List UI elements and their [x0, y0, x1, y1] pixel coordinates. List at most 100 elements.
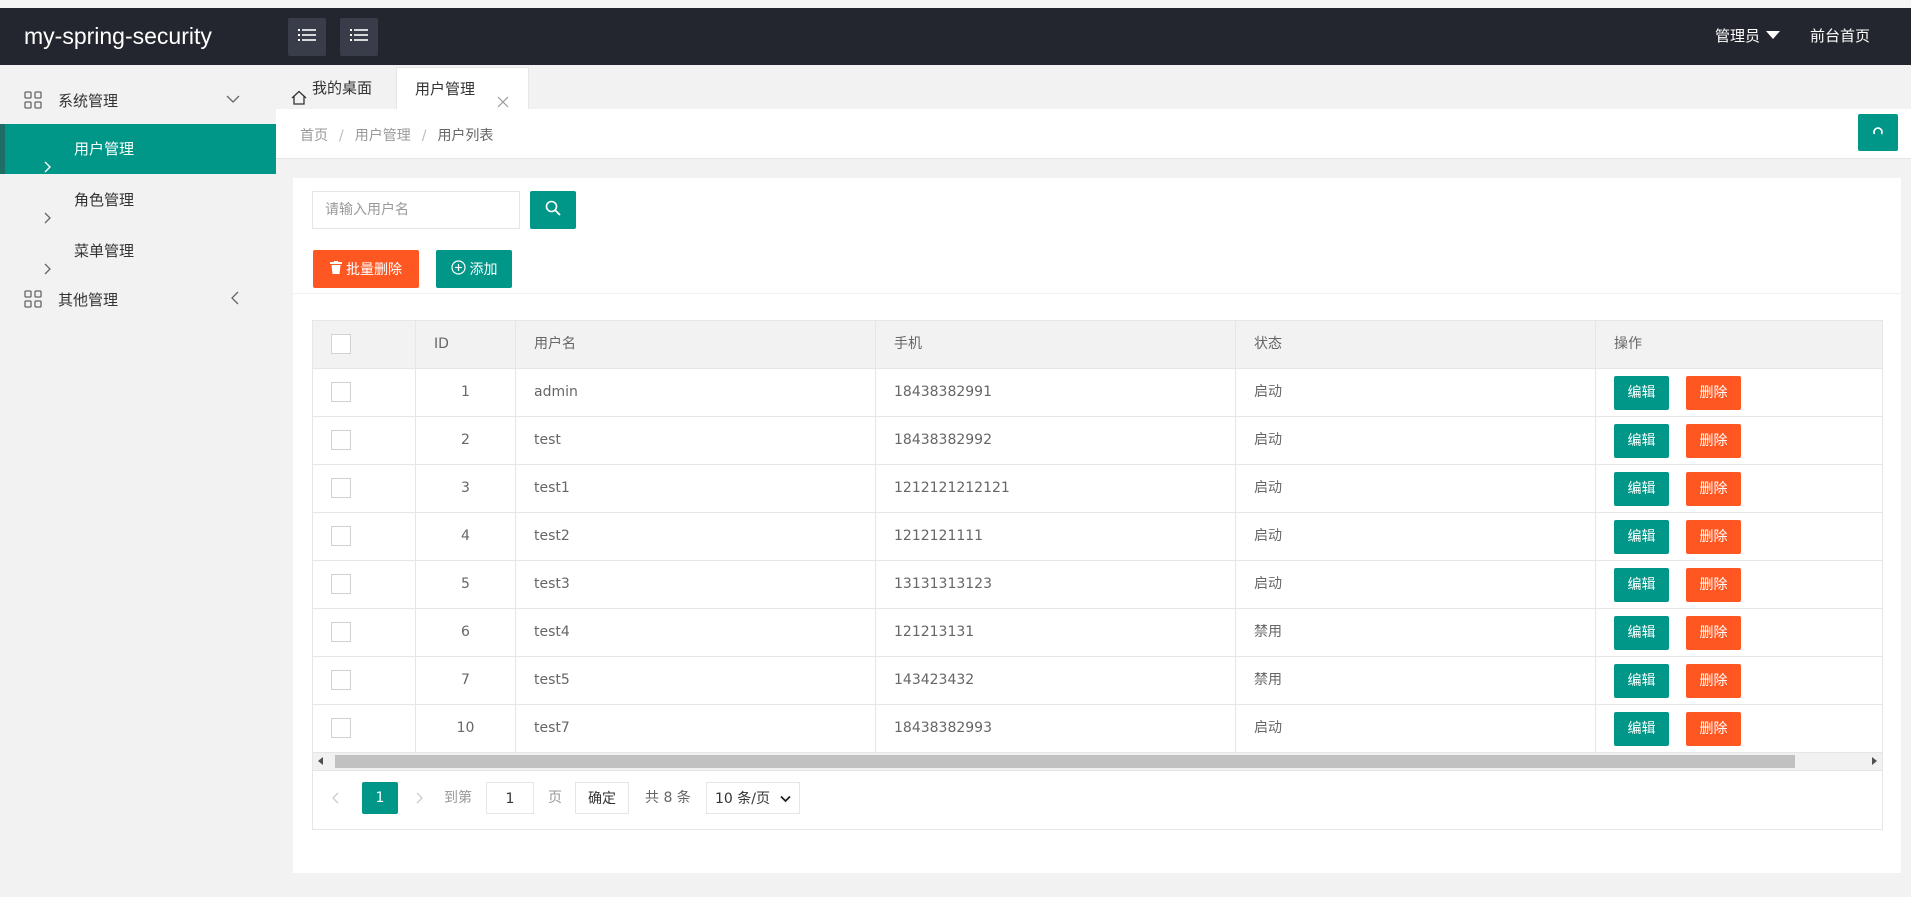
horizontal-scrollbar[interactable]	[313, 753, 1882, 770]
front-home-link[interactable]: 前台首页	[1810, 8, 1870, 65]
row-checkbox[interactable]	[331, 718, 351, 738]
menu-toggle-button[interactable]	[340, 18, 378, 56]
cell-username: admin	[515, 369, 875, 416]
page-unit-label: 页	[548, 790, 562, 806]
cell-id: 5	[415, 561, 515, 608]
column-header-status: 状态	[1235, 321, 1595, 368]
cell-actions: 编辑 删除	[1595, 417, 1882, 464]
cell-username: test1	[515, 465, 875, 512]
scroll-left-icon[interactable]	[318, 757, 323, 765]
trash-icon	[330, 260, 342, 278]
scrollbar-thumb[interactable]	[335, 755, 1795, 768]
tab-bar: 我的桌面 用户管理	[276, 65, 1911, 109]
row-checkbox[interactable]	[331, 526, 351, 546]
edit-button[interactable]: 编辑	[1614, 472, 1669, 506]
add-button[interactable]: 添加	[436, 250, 512, 288]
sidebar: 系统管理 用户管理 角色管理 菜单管理 其他管理	[0, 65, 276, 897]
user-menu-label: 管理员	[1715, 27, 1761, 45]
delete-button[interactable]: 删除	[1686, 664, 1741, 698]
row-checkbox[interactable]	[331, 382, 351, 402]
sidebar-item-label: 菜单管理	[74, 242, 135, 260]
edit-button[interactable]: 编辑	[1614, 568, 1669, 602]
select-all-checkbox[interactable]	[331, 334, 351, 354]
search-input[interactable]	[312, 191, 520, 229]
chevron-down-icon	[226, 92, 240, 108]
table-row: 3 test1 1212121212121 启动 编辑 删除	[313, 465, 1882, 513]
plus-circle-icon	[450, 259, 466, 279]
delete-button[interactable]: 删除	[1686, 472, 1741, 506]
sidebar-toggle-button[interactable]	[288, 18, 326, 56]
cell-username: test4	[515, 609, 875, 656]
page-size-value: 10 条/页	[715, 791, 770, 807]
cell-status: 启动	[1235, 561, 1595, 608]
breadcrumb-current: 用户列表	[437, 128, 494, 144]
row-checkbox[interactable]	[331, 430, 351, 450]
page-number[interactable]: 1	[362, 782, 398, 814]
row-checkbox-cell	[313, 465, 415, 512]
cell-status: 启动	[1235, 417, 1595, 464]
cell-id: 1	[415, 369, 515, 416]
table-header-row: ID 用户名 手机 状态 操作	[313, 321, 1882, 369]
delete-button[interactable]: 删除	[1686, 616, 1741, 650]
cell-actions: 编辑 删除	[1595, 465, 1882, 512]
edit-button[interactable]: 编辑	[1614, 520, 1669, 554]
delete-button[interactable]: 删除	[1686, 376, 1741, 410]
breadcrumb: 首页 / 用户管理 / 用户列表	[300, 125, 493, 145]
edit-button[interactable]: 编辑	[1614, 664, 1669, 698]
tab-user-management[interactable]: 用户管理	[396, 67, 529, 109]
caret-down-icon	[1766, 31, 1781, 39]
row-checkbox[interactable]	[331, 622, 351, 642]
tab-label: 用户管理	[415, 80, 476, 98]
row-checkbox[interactable]	[331, 670, 351, 690]
list-icon	[350, 28, 368, 46]
sidebar-group-label: 系统管理	[58, 91, 119, 110]
edit-button[interactable]: 编辑	[1614, 424, 1669, 458]
sidebar-group-system[interactable]: 系统管理	[0, 75, 276, 125]
table-row: 7 test5 143423432 禁用 编辑 删除	[313, 657, 1882, 705]
batch-delete-label: 批量删除	[346, 262, 402, 278]
sidebar-item-role-management[interactable]: 角色管理	[0, 175, 276, 225]
sidebar-item-menu-management[interactable]: 菜单管理	[0, 226, 276, 276]
edit-button[interactable]: 编辑	[1614, 376, 1669, 410]
goto-label: 到第	[444, 790, 472, 806]
breadcrumb-separator: /	[339, 128, 344, 144]
table-row: 1 admin 18438382991 启动 编辑 删除	[313, 369, 1882, 417]
goto-page-input[interactable]: 1	[486, 782, 534, 814]
cell-phone: 18438382992	[875, 417, 1235, 464]
tab-label: 我的桌面	[312, 79, 373, 97]
row-checkbox-cell	[313, 657, 415, 704]
pager: 1 到第 1 页 确定 共 8 条 10 条/页	[313, 771, 1882, 829]
delete-button[interactable]: 删除	[1686, 712, 1741, 746]
row-checkbox[interactable]	[331, 574, 351, 594]
page-size-select[interactable]: 10 条/页	[706, 782, 801, 814]
table-scroll-area	[313, 753, 1882, 771]
delete-button[interactable]: 删除	[1686, 568, 1741, 602]
cell-actions: 编辑 删除	[1595, 705, 1882, 752]
batch-delete-button[interactable]: 批量删除	[313, 250, 419, 288]
sidebar-group-label: 其他管理	[58, 290, 119, 309]
search-button[interactable]	[530, 191, 576, 229]
row-checkbox[interactable]	[331, 478, 351, 498]
scroll-right-icon[interactable]	[1872, 757, 1877, 765]
tab-my-desktop[interactable]: 我的桌面	[291, 67, 391, 109]
user-table: ID 用户名 手机 状态 操作 1 admin 18438382991 启动 编辑 删除 2…	[312, 320, 1883, 830]
table-row: 5 test3 13131313123 启动 编辑 删除	[313, 561, 1882, 609]
sidebar-item-user-management[interactable]: 用户管理	[0, 124, 276, 174]
cell-id: 10	[415, 705, 515, 752]
next-page-icon[interactable]	[416, 782, 424, 814]
sidebar-item-label: 角色管理	[74, 191, 135, 209]
breadcrumb-item-user-management[interactable]: 用户管理	[355, 128, 411, 144]
breadcrumb-item-home[interactable]: 首页	[300, 128, 328, 144]
table-row: 2 test 18438382992 启动 编辑 删除	[313, 417, 1882, 465]
edit-button[interactable]: 编辑	[1614, 712, 1669, 746]
grid-icon	[24, 91, 42, 113]
goto-confirm-button[interactable]: 确定	[575, 782, 629, 814]
sidebar-group-other[interactable]: 其他管理	[0, 274, 276, 324]
user-menu[interactable]: 管理员	[1715, 8, 1781, 65]
delete-button[interactable]: 删除	[1686, 424, 1741, 458]
refresh-button[interactable]	[1858, 114, 1898, 151]
edit-button[interactable]: 编辑	[1614, 616, 1669, 650]
cell-status: 启动	[1235, 465, 1595, 512]
delete-button[interactable]: 删除	[1686, 520, 1741, 554]
prev-page-icon[interactable]	[331, 782, 339, 814]
